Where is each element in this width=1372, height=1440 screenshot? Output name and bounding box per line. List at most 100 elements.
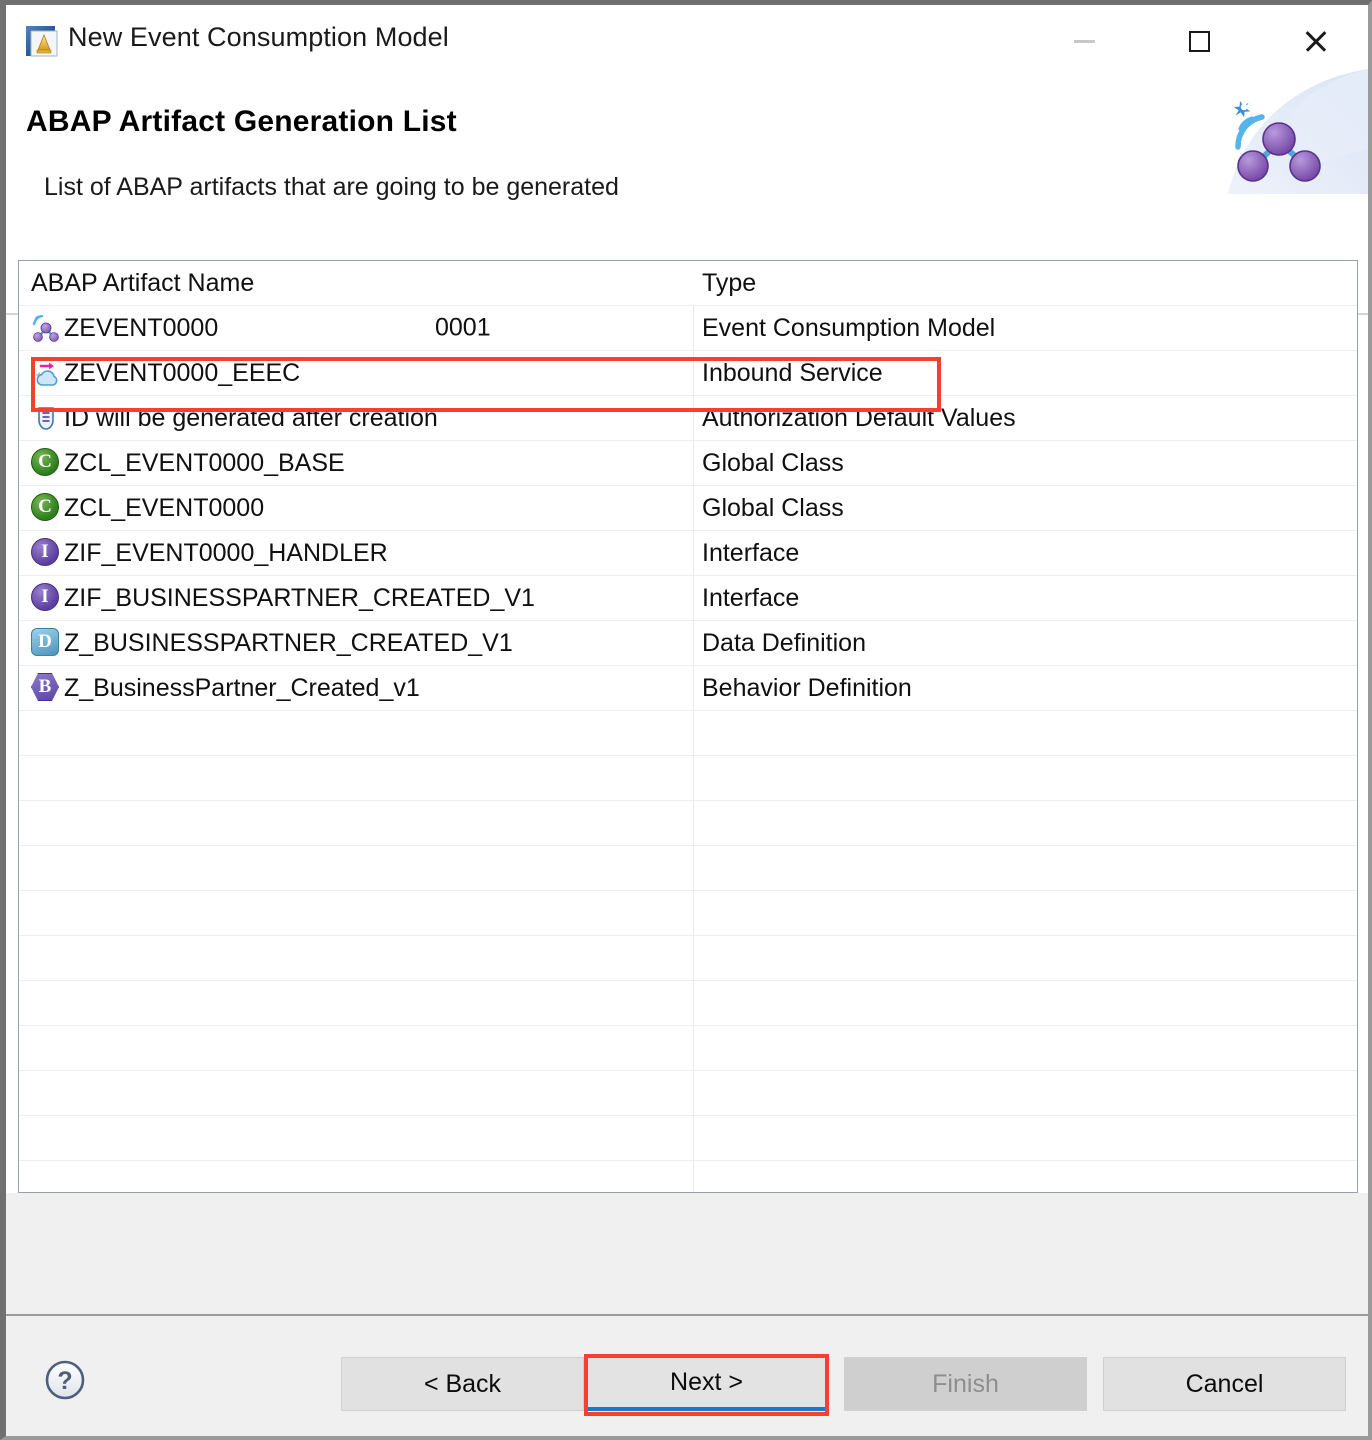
- wizard-icon: [24, 23, 60, 59]
- artifact-name-label: Z_BusinessPartner_Created_v1: [64, 673, 420, 702]
- close-button[interactable]: [1278, 5, 1354, 77]
- table-row-empty[interactable]: [19, 1026, 1357, 1071]
- artifact-name-cell: ID will be generated after creation: [19, 396, 693, 440]
- artifact-name-cell: C ZCL_EVENT0000: [19, 486, 693, 530]
- table-row-empty[interactable]: [19, 1116, 1357, 1161]
- finish-button: Finish: [844, 1357, 1087, 1411]
- back-button[interactable]: < Back: [341, 1357, 584, 1411]
- table-row-empty[interactable]: [19, 1071, 1357, 1116]
- table-row[interactable]: ZEVENT0000 0001 Event Consumption Model: [19, 306, 1357, 351]
- column-header-name[interactable]: ABAP Artifact Name: [19, 261, 693, 305]
- column-header-type[interactable]: Type: [693, 261, 1357, 305]
- artifact-type-cell: Global Class: [693, 486, 1357, 530]
- artifact-type-label: Inbound Service: [702, 358, 883, 387]
- artifact-name-cell: [19, 1116, 693, 1160]
- artifact-type-cell: [693, 891, 1357, 935]
- minimize-button[interactable]: [1046, 5, 1122, 77]
- table-row-empty[interactable]: [19, 936, 1357, 981]
- table-row-inbound-service[interactable]: ZEVENT0000_EEEC Inbound Service: [19, 351, 1357, 396]
- table-row[interactable]: C ZCL_EVENT0000 Global Class: [19, 486, 1357, 531]
- artifact-name-cell: [19, 891, 693, 935]
- table-row[interactable]: I ZIF_BUSINESSPARTNER_CREATED_V1 Interfa…: [19, 576, 1357, 621]
- title-bar: New Event Consumption Model: [6, 5, 1368, 77]
- artifact-type-label: Data Definition: [702, 628, 866, 657]
- artifact-name-cell: ZEVENT0000_EEEC: [19, 351, 693, 395]
- table-row-empty[interactable]: [19, 801, 1357, 846]
- maximize-button[interactable]: [1161, 5, 1237, 77]
- artifact-type-cell: Interface: [693, 531, 1357, 575]
- minimize-icon: [1073, 39, 1095, 43]
- table-row-empty[interactable]: [19, 711, 1357, 756]
- artifact-name-cell: D Z_BUSINESSPARTNER_CREATED_V1: [19, 621, 693, 665]
- artifact-type-cell: [693, 801, 1357, 845]
- artifact-name-cell: [19, 711, 693, 755]
- artifact-type-label: Interface: [702, 538, 800, 567]
- artifact-name-label: Z_BUSINESSPARTNER_CREATED_V1: [64, 628, 513, 657]
- artifact-type-cell: [693, 1116, 1357, 1160]
- table-row-empty[interactable]: [19, 981, 1357, 1026]
- artifact-name-cell: [19, 1026, 693, 1070]
- artifact-name-cell: I ZIF_EVENT0000_HANDLER: [19, 531, 693, 575]
- artifact-type-cell: [693, 981, 1357, 1025]
- event-mesh-nodes-icon: [1208, 69, 1368, 219]
- artifact-type-cell: [693, 756, 1357, 800]
- cancel-button[interactable]: Cancel: [1103, 1357, 1346, 1411]
- artifact-name-cell: I ZIF_BUSINESSPARTNER_CREATED_V1: [19, 576, 693, 620]
- help-question-icon[interactable]: ?: [44, 1359, 86, 1401]
- table-row-empty[interactable]: [19, 756, 1357, 801]
- artifact-name-cell: [19, 756, 693, 800]
- artifact-number-label: 0001: [435, 313, 491, 342]
- artifact-type-cell: [693, 1071, 1357, 1115]
- artifact-type-cell: Interface: [693, 576, 1357, 620]
- table-row-empty[interactable]: [19, 846, 1357, 891]
- table-row[interactable]: ID will be generated after creation Auth…: [19, 396, 1357, 441]
- artifact-type-label: Event Consumption Model: [702, 313, 996, 342]
- artifact-type-cell: Event Consumption Model: [693, 306, 1357, 350]
- artifact-type-cell: [693, 1026, 1357, 1070]
- column-header-name-label: ABAP Artifact Name: [31, 268, 255, 297]
- artifact-type-label: Global Class: [702, 493, 844, 522]
- artifact-table[interactable]: ABAP Artifact Name Type ZEVENT0000 0001 …: [18, 260, 1358, 1193]
- page-title: ABAP Artifact Generation List: [26, 105, 457, 138]
- event-consumption-model-icon: [31, 313, 61, 343]
- artifact-name-label: ZIF_BUSINESSPARTNER_CREATED_V1: [64, 583, 535, 612]
- artifact-name-cell: [19, 1161, 693, 1192]
- table-row[interactable]: C ZCL_EVENT0000_BASE Global Class: [19, 441, 1357, 486]
- artifact-name-cell: [19, 981, 693, 1025]
- artifact-type-cell: [693, 846, 1357, 890]
- table-row[interactable]: D Z_BUSINESSPARTNER_CREATED_V1 Data Defi…: [19, 621, 1357, 666]
- column-header-type-label: Type: [702, 268, 757, 297]
- artifact-type-label: Authorization Default Values: [702, 403, 1016, 432]
- artifact-type-cell: Authorization Default Values: [693, 396, 1357, 440]
- artifact-type-cell: [693, 1161, 1357, 1192]
- artifact-name-label: ZCL_EVENT0000: [64, 493, 265, 522]
- artifact-type-label: Interface: [702, 583, 800, 612]
- artifact-name-label: ZEVENT0000_EEEC: [64, 358, 301, 387]
- artifact-type-cell: Data Definition: [693, 621, 1357, 665]
- artifact-type-cell: Behavior Definition: [693, 666, 1357, 710]
- table-row-empty[interactable]: [19, 1161, 1357, 1192]
- next-button[interactable]: Next >: [587, 1357, 827, 1411]
- artifact-name-cell: [19, 936, 693, 980]
- artifact-name-label: ID will be generated after creation: [64, 403, 438, 432]
- artifact-type-label: Global Class: [702, 448, 844, 477]
- table-row-empty[interactable]: [19, 891, 1357, 936]
- table-header-row: ABAP Artifact Name Type: [19, 261, 1357, 306]
- artifact-name-label: ZCL_EVENT0000_BASE: [64, 448, 345, 477]
- artifact-type-cell: Inbound Service: [693, 351, 1357, 395]
- artifact-name-cell: [19, 801, 693, 845]
- artifact-name-label: ZEVENT0000: [64, 313, 219, 342]
- artifact-name-cell: [19, 846, 693, 890]
- global-class-icon: C: [31, 448, 61, 478]
- artifact-name-label: ZIF_EVENT0000_HANDLER: [64, 538, 388, 567]
- table-row[interactable]: B Z_BusinessPartner_Created_v1 Behavior …: [19, 666, 1357, 711]
- artifact-name-cell: ZEVENT0000 0001: [19, 306, 693, 350]
- artifact-name-cell: C ZCL_EVENT0000_BASE: [19, 441, 693, 485]
- window-title: New Event Consumption Model: [68, 22, 449, 52]
- artifact-type-label: Behavior Definition: [702, 673, 912, 702]
- global-class-icon: C: [31, 493, 61, 523]
- table-row[interactable]: I ZIF_EVENT0000_HANDLER Interface: [19, 531, 1357, 576]
- maximize-icon: [1188, 30, 1210, 52]
- wizard-header: ABAP Artifact Generation List List of AB…: [6, 69, 1368, 315]
- artifact-name-cell: B Z_BusinessPartner_Created_v1: [19, 666, 693, 710]
